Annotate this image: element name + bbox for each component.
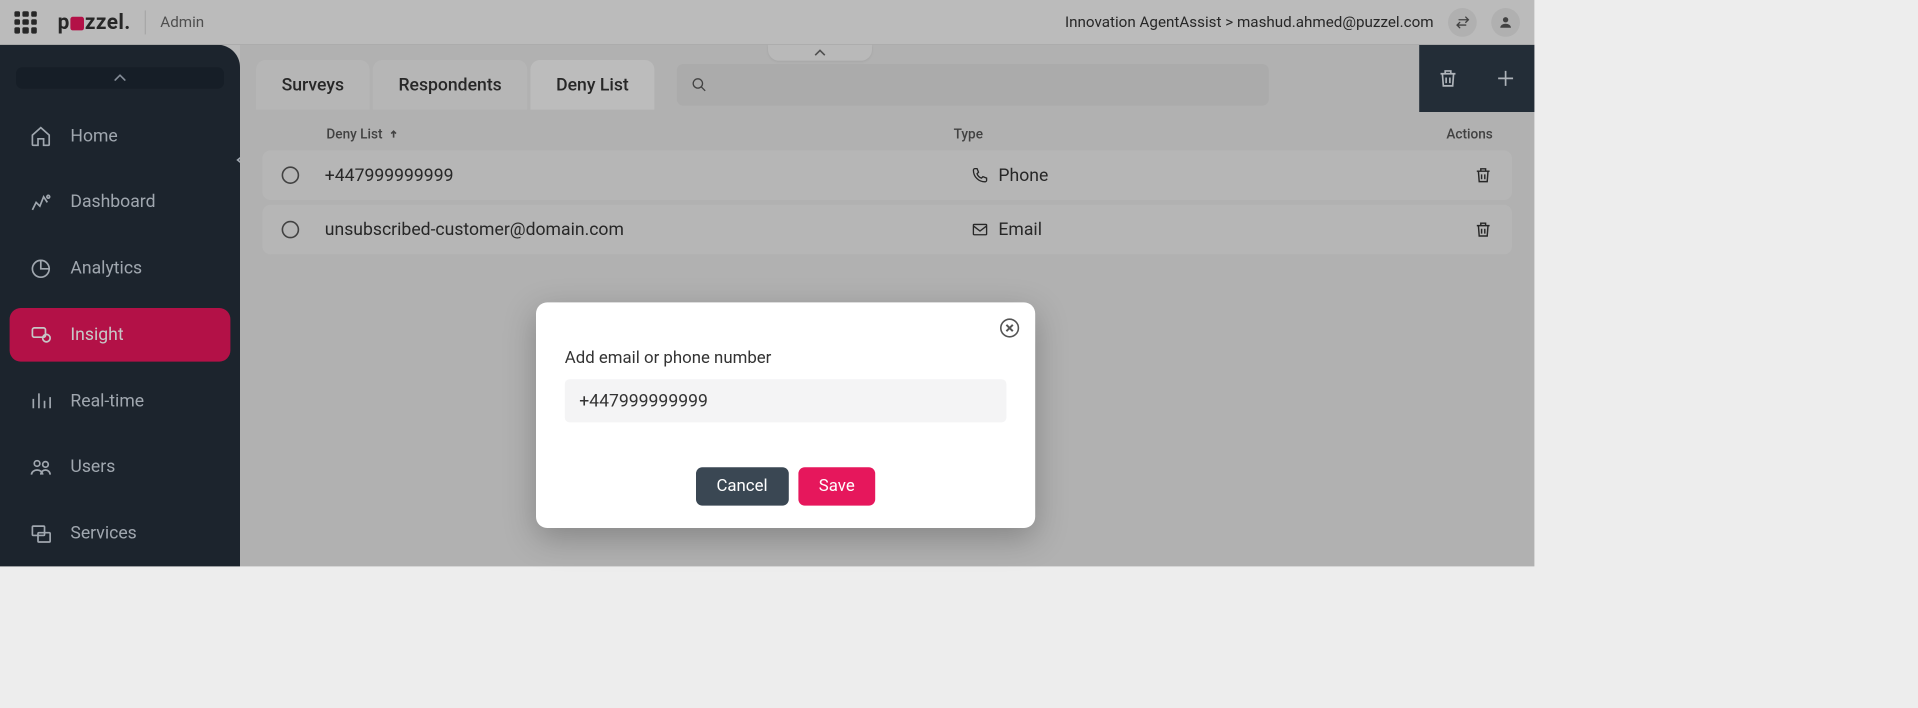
modal-input[interactable] [565,379,1007,422]
save-button[interactable]: Save [798,467,876,505]
button-label: Save [819,477,855,496]
modal-close-button[interactable] [1000,318,1019,337]
modal-actions: Cancel Save [565,467,1007,505]
close-icon [1005,323,1015,333]
modal-label: Add email or phone number [565,349,1007,368]
cancel-button[interactable]: Cancel [696,467,789,505]
button-label: Cancel [716,477,767,496]
add-denylist-modal: Add email or phone number Cancel Save [536,302,1035,528]
